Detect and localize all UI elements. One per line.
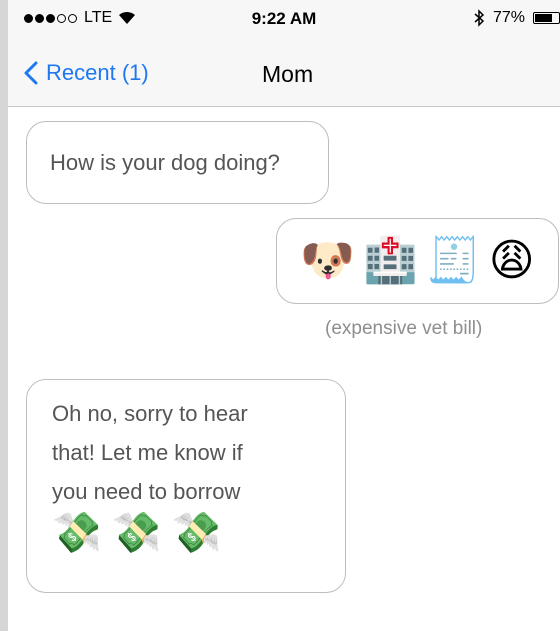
message-bubble-incoming: How is your dog doing?	[26, 121, 329, 204]
message-bubble-incoming: Oh no, sorry to hear that! Let me know i…	[26, 379, 346, 593]
bluetooth-icon	[474, 9, 485, 27]
money-emoji-row: 💸 💸 💸	[52, 513, 345, 553]
message-bubble-outgoing: 🐶 🏥 🧾 😩	[276, 218, 559, 304]
message-line: that! Let me know if	[52, 440, 243, 465]
receipt-emoji: 🧾	[425, 236, 481, 285]
message-text: How is your dog doing?	[50, 150, 280, 175]
message-line: Oh no, sorry to hear	[52, 401, 248, 426]
battery-fill	[535, 14, 553, 22]
left-edge-strip	[0, 0, 8, 631]
status-bar: LTE 9:22 AM 77%	[8, 0, 560, 40]
dog-face-emoji: 🐶	[300, 236, 356, 285]
message-caption: (expensive vet bill)	[325, 318, 483, 339]
battery-icon	[533, 12, 560, 24]
money-with-wings-emoji: 💸	[171, 511, 222, 555]
navigation-bar: Recent (1) Mom	[8, 40, 560, 107]
back-button[interactable]: Recent (1)	[24, 60, 149, 86]
money-with-wings-emoji: 💸	[111, 511, 162, 555]
weary-face-emoji: 😩	[488, 236, 535, 285]
back-button-label: Recent (1)	[46, 60, 149, 85]
conversation-title: Mom	[262, 61, 314, 87]
hospital-emoji: 🏥	[363, 236, 418, 285]
message-line: you need to borrow	[52, 479, 241, 504]
status-right: 77%	[473, 9, 560, 27]
money-with-wings-emoji: 💸	[52, 511, 102, 555]
chevron-left-icon	[24, 61, 38, 85]
battery-percent: 77%	[492, 9, 525, 26]
